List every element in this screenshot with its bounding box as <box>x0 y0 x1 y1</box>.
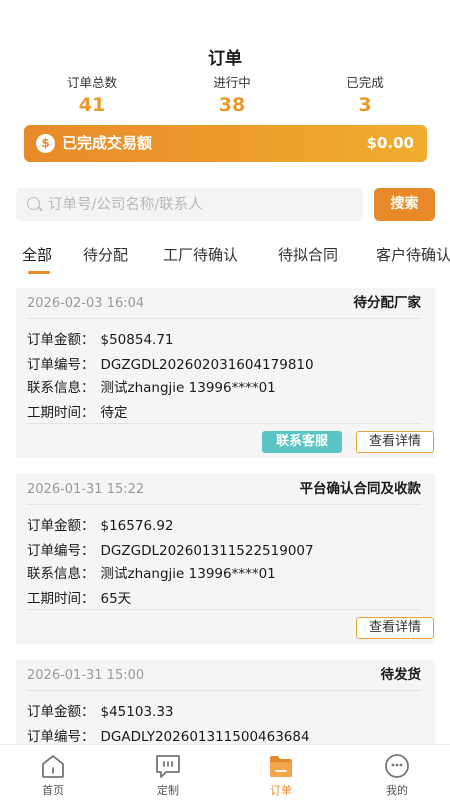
order-card-header: 2026-01-31 15:00 待发货 <box>27 660 421 691</box>
order-card-header: 2026-02-03 16:04 待分配厂家 <box>27 288 421 319</box>
tab-pending-assign[interactable]: 待分配 <box>83 243 128 267</box>
tab-pending-contract[interactable]: 待拟合同 <box>278 243 338 267</box>
stat-total[interactable]: 订单总数 41 <box>32 74 152 118</box>
tabbar-profile[interactable]: 我的 <box>357 745 437 800</box>
order-amount-row: 订单金额： $50854.71 <box>27 328 174 348</box>
completed-amount-banner: $ 已完成交易额 $0.00 <box>24 125 427 162</box>
order-number: DGZGDL202601311522519007 <box>100 543 314 559</box>
order-time: 2026-02-03 16:04 <box>27 296 145 311</box>
order-card[interactable]: 2026-01-31 15:22 平台确认合同及收款 订单金额： $16576.9… <box>16 474 435 644</box>
tabbar-home[interactable]: 首页 <box>13 745 93 800</box>
order-card-footer: 联系客服 查看详情 <box>27 423 434 458</box>
order-time: 2026-01-31 15:00 <box>27 668 145 683</box>
page-title: 订单 <box>208 49 242 69</box>
order-time: 2026-01-31 15:22 <box>27 482 145 497</box>
tab-all[interactable]: 全部 <box>22 243 52 267</box>
search-input[interactable] <box>48 188 348 221</box>
order-contact: 测试zhangjie 13996****01 <box>100 380 276 396</box>
order-contact-row: 联系信息： 测试zhangjie 13996****01 <box>27 562 276 582</box>
order-amount: $45103.33 <box>100 704 174 720</box>
order-number: DGZGDL202602031604179810 <box>100 357 314 373</box>
search-button[interactable]: 搜索 <box>374 188 435 221</box>
order-amount-row: 订单金额： $45103.33 <box>27 700 174 720</box>
order-period: 65天 <box>100 591 132 607</box>
order-number: DGADLY202601311500463684 <box>100 729 310 745</box>
bottom-tab-bar: 首页 定制 订单 我的 <box>0 744 450 800</box>
tabbar-profile-label: 我的 <box>386 784 408 797</box>
stats-row: 订单总数 41 进行中 38 已完成 3 <box>0 74 450 118</box>
order-period: 待定 <box>100 405 128 421</box>
stat-total-value: 41 <box>78 94 106 116</box>
field-label: 工期时间： <box>27 405 95 421</box>
order-status: 平台确认合同及收款 <box>299 481 422 497</box>
view-details-button[interactable]: 查看详情 <box>356 617 434 639</box>
stat-total-label: 订单总数 <box>66 75 117 90</box>
field-label: 订单编号： <box>27 357 95 373</box>
contact-service-button[interactable]: 联系客服 <box>262 431 342 453</box>
tabbar-home-label: 首页 <box>42 784 64 797</box>
order-period-row: 工期时间： 待定 <box>27 401 128 421</box>
stat-in-progress-value: 38 <box>218 94 246 116</box>
order-number-row: 订单编号： DGZGDL202602031604179810 <box>27 353 314 373</box>
field-label: 订单金额： <box>27 518 95 534</box>
order-status: 待分配厂家 <box>353 295 422 311</box>
search-icon <box>27 197 40 210</box>
order-status: 待发货 <box>380 667 422 683</box>
order-number-row: 订单编号： DGZGDL202601311522519007 <box>27 539 314 559</box>
order-card-footer: 查看详情 <box>27 609 434 644</box>
order-card[interactable]: 2026-01-31 15:00 待发货 订单金额： $45103.33 订单编号… <box>16 660 435 745</box>
stat-in-progress-label: 进行中 <box>213 75 251 90</box>
search-box <box>16 188 363 221</box>
status-tabs: 全部 待分配 工厂待确认 待拟合同 客户待确认 <box>0 243 450 279</box>
order-card[interactable]: 2026-02-03 16:04 待分配厂家 订单金额： $50854.71 订单… <box>16 288 435 458</box>
profile-icon <box>385 754 409 778</box>
order-amount: $50854.71 <box>100 332 174 348</box>
field-label: 联系信息： <box>27 566 95 582</box>
tabbar-orders-label: 订单 <box>270 784 292 797</box>
stat-completed-label: 已完成 <box>346 75 384 90</box>
tabbar-orders[interactable]: 订单 <box>241 745 321 800</box>
stat-completed[interactable]: 已完成 3 <box>305 74 425 118</box>
order-number-row: 订单编号： DGADLY202601311500463684 <box>27 725 310 745</box>
field-label: 联系信息： <box>27 380 95 396</box>
order-contact: 测试zhangjie 13996****01 <box>100 566 276 582</box>
order-card-header: 2026-01-31 15:22 平台确认合同及收款 <box>27 474 421 505</box>
order-contact-row: 联系信息： 测试zhangjie 13996****01 <box>27 376 276 396</box>
tabbar-custom-label: 定制 <box>157 784 179 797</box>
stat-in-progress[interactable]: 进行中 38 <box>172 74 292 118</box>
tab-factory-confirm[interactable]: 工厂待确认 <box>163 243 238 267</box>
tabbar-custom[interactable]: 定制 <box>128 745 208 800</box>
order-amount: $16576.92 <box>100 518 174 534</box>
field-label: 订单金额： <box>27 704 95 720</box>
chat-icon <box>156 755 180 778</box>
banner-amount: $0.00 <box>366 134 414 152</box>
field-label: 订单编号： <box>27 729 95 745</box>
order-amount-row: 订单金额： $16576.92 <box>27 514 174 534</box>
field-label: 工期时间： <box>27 591 95 607</box>
view-details-button[interactable]: 查看详情 <box>356 431 434 453</box>
field-label: 订单金额： <box>27 332 95 348</box>
stat-completed-value: 3 <box>358 94 372 116</box>
order-period-row: 工期时间： 65天 <box>27 587 131 607</box>
banner-label: 已完成交易额 <box>62 134 153 152</box>
money-bag-icon: $ <box>36 134 55 153</box>
active-tab-indicator <box>28 271 50 274</box>
field-label: 订单编号： <box>27 543 95 559</box>
home-icon <box>42 755 64 778</box>
folder-icon <box>270 756 292 777</box>
tab-customer-confirm[interactable]: 客户待确认 <box>376 243 450 267</box>
